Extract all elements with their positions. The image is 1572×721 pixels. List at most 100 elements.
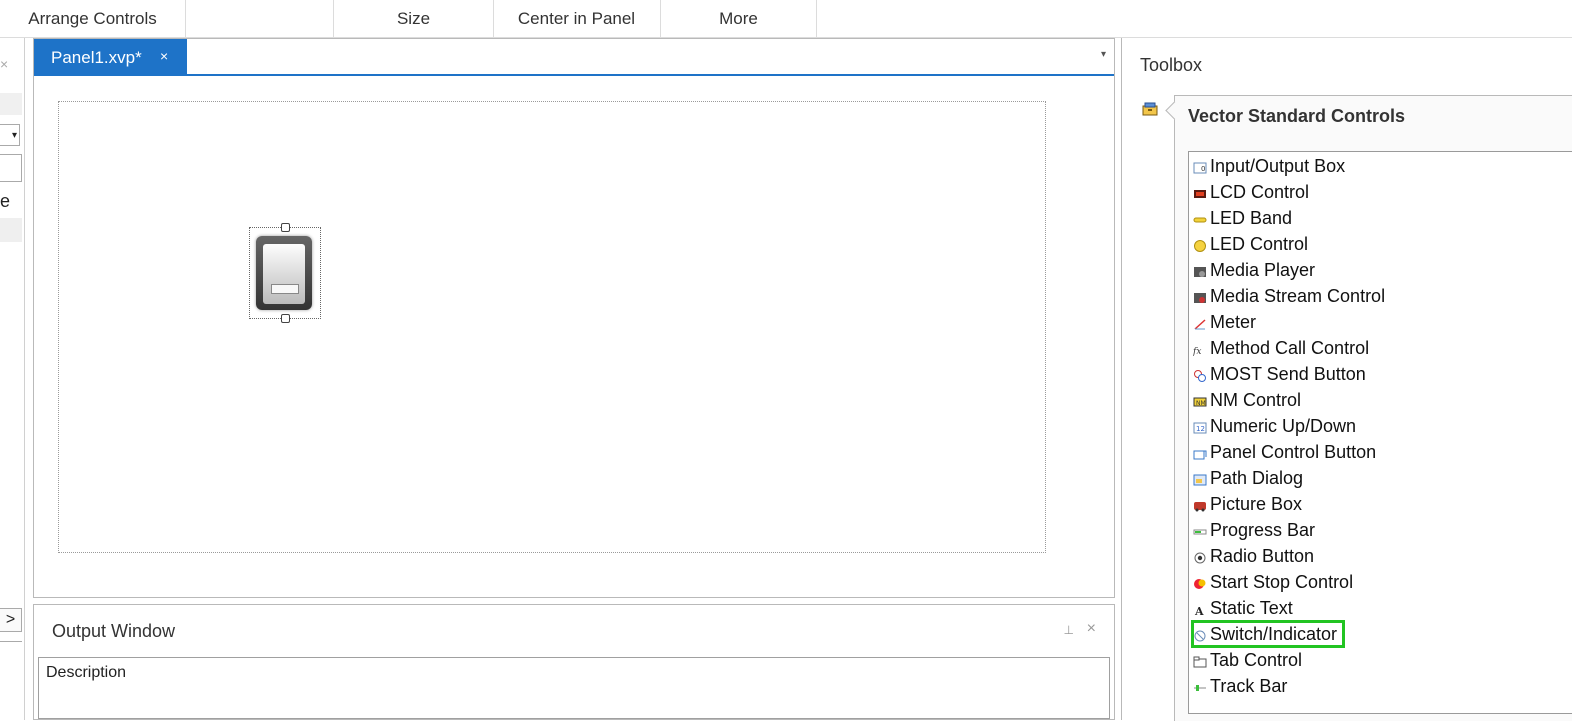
toolbox-item[interactable]: NM NM Control <box>1193 388 1301 412</box>
toolbox-group-header[interactable]: Vector Standard Controls <box>1188 106 1405 127</box>
toolbox-item-label: Input/Output Box <box>1210 155 1346 176</box>
tab-control-icon <box>1193 653 1207 668</box>
toolbox-item-list: 0 Input/Output Box LCD Control LED Band LED … <box>1188 151 1572 714</box>
switch-face <box>263 244 305 304</box>
numeric-updown-icon: 12 <box>1193 419 1207 434</box>
progress-bar-icon <box>1193 523 1207 537</box>
meter-icon <box>1193 315 1207 330</box>
left-pane-input[interactable] <box>0 154 22 182</box>
toolbox-item-label: Panel Control Button <box>1210 441 1377 462</box>
tab-panel1[interactable]: Panel1.xvp* × <box>34 39 187 76</box>
method-call-icon: fx <box>1192 341 1207 357</box>
chevron-down-icon: ▾ <box>11 130 17 141</box>
toolbox-item-label: LED Control <box>1210 233 1309 254</box>
switch-indicator-icon <box>1193 627 1207 642</box>
toolbox-item[interactable]: LED Control <box>1193 232 1308 256</box>
toolbox-item[interactable]: Meter <box>1193 310 1256 334</box>
left-pane-combo[interactable]: ▾ <box>0 124 20 146</box>
column-header-description[interactable]: Description <box>46 664 126 682</box>
svg-text:A: A <box>1194 605 1204 617</box>
switch-control[interactable] <box>256 236 312 310</box>
toolbox-item[interactable]: Track Bar <box>1193 674 1287 698</box>
left-pane-partial-text: e <box>0 191 11 211</box>
nm-icon: NM <box>1193 393 1207 407</box>
io-box-icon: 0 <box>1193 159 1207 174</box>
left-pane-toolbar <box>0 93 22 115</box>
toolbox-item[interactable]: 0 Input/Output Box <box>1193 154 1345 178</box>
start-stop-icon <box>1193 575 1207 589</box>
path-dialog-icon <box>1193 471 1207 486</box>
resize-handle-bottom[interactable] <box>281 314 290 323</box>
toolbox-category-icon[interactable] <box>1142 102 1158 116</box>
toolbox-item-label: MOST Send Button <box>1210 363 1366 384</box>
ribbon-group-arrange-controls[interactable]: Arrange Controls <box>0 0 186 37</box>
tab-list-dropdown-icon[interactable]: ▾ <box>1101 49 1106 60</box>
toolbox-item-label: NM Control <box>1210 389 1302 410</box>
left-pane: × ▾ e > <box>0 38 25 720</box>
toolbox-item-label: LED Band <box>1210 207 1293 228</box>
svg-text:0: 0 <box>1201 165 1205 173</box>
toolbox-item-label: LCD Control <box>1210 181 1310 202</box>
toolbox-item[interactable]: Switch/Indicator <box>1190 620 1346 648</box>
chevron-right-icon: > <box>5 611 16 628</box>
left-pane-selected-row[interactable] <box>0 218 22 242</box>
toolbox-item[interactable]: LED Band <box>1193 206 1292 230</box>
toolbox-item[interactable]: Progress Bar <box>1193 518 1315 542</box>
output-window: Output Window ⊥ × Description <box>33 604 1115 720</box>
document-area: Panel1.xvp* × ▾ <box>33 38 1115 598</box>
toolbox-item[interactable]: Start Stop Control <box>1193 570 1353 594</box>
toolbox-pane: Toolbox Vector Standard Controls 0 Input/… <box>1121 38 1572 721</box>
lcd-icon <box>1193 185 1207 199</box>
led-icon <box>1193 237 1207 252</box>
media-stream-icon <box>1193 289 1207 303</box>
ribbon-group-size[interactable]: Size <box>333 0 494 37</box>
toolbox-item-label: Radio Button <box>1210 545 1315 566</box>
tab-close-icon[interactable]: × <box>160 48 168 64</box>
toolbox-item-label: Tab Control <box>1210 649 1303 670</box>
toolbox-item[interactable]: Picture Box <box>1193 492 1302 516</box>
toolbox-item-label: Switch/Indicator <box>1210 623 1338 644</box>
output-close-icon[interactable]: × <box>1087 620 1096 638</box>
toolbox-item[interactable]: Panel Control Button <box>1193 440 1376 464</box>
toolbox-item[interactable]: fx Method Call Control <box>1192 336 1370 360</box>
toolbox-item-label: Method Call Control <box>1210 337 1370 358</box>
output-window-title: Output Window <box>52 621 176 641</box>
toolbox-item[interactable]: A Static Text <box>1193 596 1293 620</box>
output-table: Description <box>38 657 1110 719</box>
toolbox-item[interactable]: 12 Numeric Up/Down <box>1193 414 1356 438</box>
toolbox-item-label: Media Stream Control <box>1210 285 1386 306</box>
toolbox-item[interactable]: MOST Send Button <box>1193 362 1366 386</box>
switch-lever <box>271 284 299 294</box>
track-bar-icon <box>1193 679 1207 693</box>
toolbox-title: Toolbox <box>1140 55 1203 75</box>
resize-handle-top[interactable] <box>281 223 290 232</box>
picture-box-icon <box>1193 497 1207 512</box>
toolbox-item[interactable]: LCD Control <box>1193 180 1309 204</box>
toolbox-item[interactable]: Media Player <box>1193 258 1315 282</box>
toolbox-item-label: Meter <box>1210 311 1257 332</box>
toolbox-item[interactable]: Radio Button <box>1193 544 1314 568</box>
toolbox-item[interactable]: Media Stream Control <box>1193 284 1385 308</box>
toolbox-item-label: Path Dialog <box>1210 467 1304 488</box>
ribbon-spacer <box>185 0 333 37</box>
ribbon-group-more[interactable]: More <box>661 0 817 37</box>
document-tab-strip: Panel1.xvp* × ▾ <box>34 39 1114 76</box>
pin-icon[interactable]: ⊥ <box>1064 623 1074 637</box>
left-pane-divider <box>0 641 22 642</box>
toolbox-item-label: Picture Box <box>1210 493 1303 514</box>
led-band-icon <box>1193 211 1207 225</box>
svg-text:12: 12 <box>1196 425 1205 433</box>
panel-design-canvas[interactable] <box>58 101 1046 553</box>
left-pane-close-icon[interactable]: × <box>0 56 8 72</box>
toolbox-item-label: Progress Bar <box>1210 519 1316 540</box>
ribbon-group-center-in-panel[interactable]: Center in Panel <box>493 0 661 37</box>
toolbox-item-label: Start Stop Control <box>1210 571 1354 592</box>
panel-control-icon <box>1193 445 1207 460</box>
left-pane-expand-button[interactable]: > <box>0 608 22 632</box>
switch-control-selection[interactable] <box>249 223 321 323</box>
media-player-icon <box>1193 263 1207 277</box>
toolbox-item[interactable]: Path Dialog <box>1193 466 1303 490</box>
svg-text:fx: fx <box>1193 347 1201 357</box>
toolbox-group-panel: Vector Standard Controls 0 Input/Output B… <box>1174 95 1572 721</box>
toolbox-item[interactable]: Tab Control <box>1193 648 1302 672</box>
